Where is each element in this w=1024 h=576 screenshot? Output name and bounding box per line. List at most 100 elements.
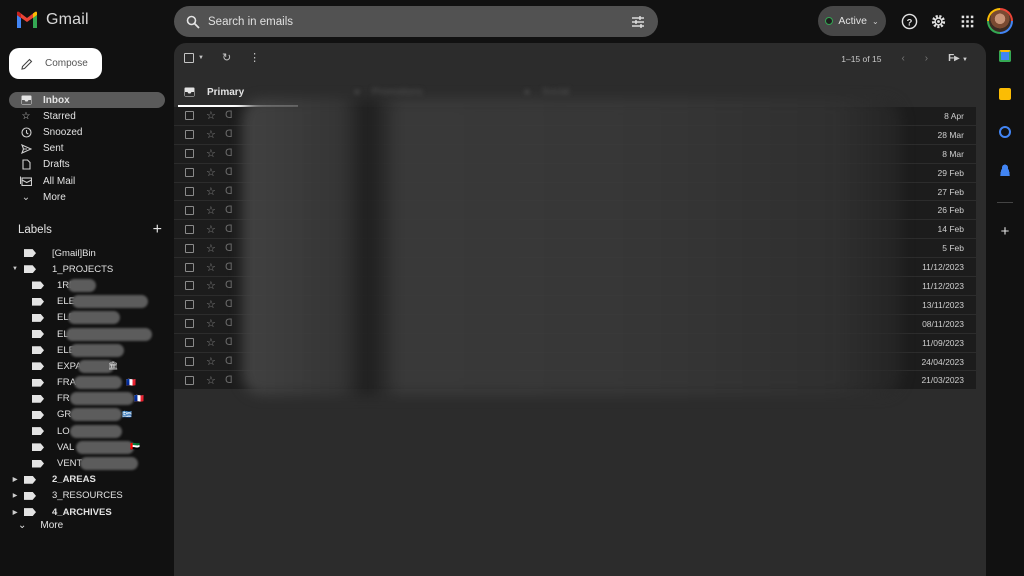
label-item[interactable]: FRA 🇫🇷 <box>8 375 168 391</box>
sidebar-item-starred[interactable]: ☆ Starred <box>9 108 165 124</box>
contacts-icon[interactable] <box>999 164 1011 176</box>
label-item[interactable]: FR 🇫🇷 <box>8 391 168 407</box>
next-page-icon[interactable]: › <box>925 53 928 64</box>
row-checkbox[interactable] <box>185 375 194 385</box>
star-icon[interactable]: ☆ <box>206 279 216 292</box>
star-icon[interactable]: ☆ <box>206 204 216 217</box>
add-label-icon[interactable]: + <box>153 222 162 238</box>
sidebar-item-snoozed[interactable]: Snoozed <box>9 124 165 140</box>
sidebar-item-inbox[interactable]: Inbox <box>9 92 165 109</box>
row-checkbox[interactable] <box>185 224 194 234</box>
label-item[interactable]: ▼ 1_PROJECTS <box>8 261 168 277</box>
star-icon[interactable]: ☆ <box>206 242 216 255</box>
help-icon[interactable]: ? <box>900 12 918 30</box>
row-checkbox[interactable] <box>185 281 194 291</box>
star-icon[interactable]: ☆ <box>206 109 216 122</box>
flag-icon: 🇫🇷 <box>126 377 136 387</box>
sidebar-item-all-mail[interactable]: All Mail <box>9 173 165 189</box>
label-item[interactable]: ▶ 3_RESOURCES <box>8 488 168 504</box>
important-marker-icon[interactable]: ᗡ <box>225 280 235 291</box>
calendar-icon[interactable] <box>999 50 1011 62</box>
label-item[interactable]: ▶ 2_AREAS <box>8 472 168 488</box>
search-bar[interactable] <box>174 6 658 37</box>
apps-grid-icon[interactable] <box>958 12 976 30</box>
star-icon[interactable]: ☆ <box>206 223 216 236</box>
row-checkbox[interactable] <box>185 149 194 159</box>
label-item[interactable]: ELE <box>8 326 168 342</box>
sidebar-item-sent[interactable]: Sent <box>9 141 165 157</box>
star-icon[interactable]: ☆ <box>206 374 216 387</box>
label-item[interactable]: VENT <box>8 455 168 471</box>
label-item[interactable]: ELE <box>8 310 168 326</box>
important-marker-icon[interactable]: ᗡ <box>225 205 235 216</box>
label-item[interactable]: ▶ 4_ARCHIVES <box>8 504 168 520</box>
important-marker-icon[interactable]: ᗡ <box>225 243 235 254</box>
label-item[interactable]: EXPA 🏛 <box>8 358 168 374</box>
important-marker-icon[interactable]: ᗡ <box>225 186 235 197</box>
collapse-caret-icon[interactable]: ▼ <box>10 266 20 272</box>
label-item[interactable]: LO <box>8 423 168 439</box>
search-options-icon[interactable] <box>630 14 646 30</box>
label-item[interactable]: 1RE <box>8 277 168 293</box>
row-checkbox[interactable] <box>185 262 194 272</box>
label-item[interactable]: [Gmail]Bin <box>8 245 168 261</box>
compose-button[interactable]: Compose <box>9 48 102 79</box>
important-marker-icon[interactable]: ᗡ <box>225 148 235 159</box>
star-icon[interactable]: ☆ <box>206 128 216 141</box>
star-icon[interactable]: ☆ <box>206 355 216 368</box>
important-marker-icon[interactable]: ᗡ <box>225 224 235 235</box>
row-checkbox[interactable] <box>185 205 194 215</box>
select-dropdown-icon[interactable]: ▼ <box>198 55 204 61</box>
star-icon[interactable]: ☆ <box>206 317 216 330</box>
search-icon[interactable] <box>186 15 200 29</box>
row-checkbox[interactable] <box>185 338 194 348</box>
row-checkbox[interactable] <box>185 111 194 121</box>
select-all-checkbox[interactable] <box>184 52 194 63</box>
gmail-logo[interactable]: Gmail <box>16 11 89 29</box>
star-icon[interactable]: ☆ <box>206 336 216 349</box>
settings-icon[interactable] <box>929 12 947 30</box>
star-icon[interactable]: ☆ <box>206 166 216 179</box>
star-icon[interactable]: ☆ <box>206 185 216 198</box>
label-item[interactable]: ELE <box>8 342 168 358</box>
star-icon[interactable]: ☆ <box>206 147 216 160</box>
search-input[interactable] <box>208 15 630 28</box>
tab-primary[interactable]: Primary <box>184 78 244 106</box>
row-checkbox[interactable] <box>185 357 194 367</box>
row-checkbox[interactable] <box>185 130 194 140</box>
row-checkbox[interactable] <box>185 243 194 253</box>
expand-caret-icon[interactable]: ▶ <box>10 509 20 516</box>
label-item[interactable]: GR 🇬🇷 <box>8 407 168 423</box>
account-avatar[interactable] <box>987 8 1013 34</box>
tasks-icon[interactable] <box>999 126 1011 138</box>
row-checkbox[interactable] <box>185 319 194 329</box>
important-marker-icon[interactable]: ᗡ <box>225 337 235 348</box>
important-marker-icon[interactable]: ᗡ <box>225 129 235 140</box>
star-icon[interactable]: ☆ <box>206 261 216 274</box>
sidebar-item-drafts[interactable]: Drafts <box>9 157 165 173</box>
prev-page-icon[interactable]: ‹ <box>901 53 904 64</box>
expand-caret-icon[interactable]: ▶ <box>10 476 20 483</box>
expand-caret-icon[interactable]: ▶ <box>10 492 20 499</box>
star-icon[interactable]: ☆ <box>206 298 216 311</box>
keep-icon[interactable] <box>999 88 1011 100</box>
label-item[interactable]: ELE E <box>8 294 168 310</box>
label-item[interactable]: VAL 🇦🇪 <box>8 439 168 455</box>
important-marker-icon[interactable]: ᗡ <box>225 299 235 310</box>
sidebar-item-more[interactable]: ⌄ More <box>9 189 165 205</box>
important-marker-icon[interactable]: ᗡ <box>225 375 235 386</box>
important-marker-icon[interactable]: ᗡ <box>225 318 235 329</box>
important-marker-icon[interactable]: ᗡ <box>225 356 235 367</box>
input-tools-button[interactable]: F▸ ▼ <box>948 53 968 64</box>
add-addon-icon[interactable]: + <box>992 223 1018 240</box>
more-vert-icon[interactable]: ⋮ <box>249 51 260 64</box>
labels-more-button[interactable]: ⌄ More <box>18 520 63 531</box>
status-button[interactable]: Active ⌄ <box>818 6 886 36</box>
row-checkbox[interactable] <box>185 168 194 178</box>
row-checkbox[interactable] <box>185 300 194 310</box>
row-checkbox[interactable] <box>185 187 194 196</box>
important-marker-icon[interactable]: ᗡ <box>225 262 235 273</box>
important-marker-icon[interactable]: ᗡ <box>225 167 235 178</box>
refresh-icon[interactable]: ↻ <box>222 51 231 64</box>
important-marker-icon[interactable]: ᗡ <box>225 110 235 121</box>
